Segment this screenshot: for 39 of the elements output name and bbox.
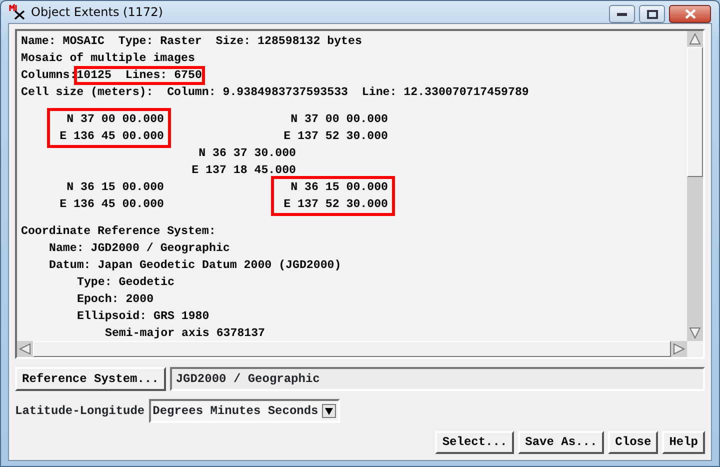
property-line: Semi-major axis 6378137 (104, 326, 266, 341)
highlighted-coordinates: N 37 00 00.000 E 136 45 00.000 (47, 108, 171, 148)
select-button[interactable]: Select... (435, 431, 514, 454)
coordinates: N 36 15 00.000 E 136 45 00.000 (58, 180, 165, 213)
property-line: Ellipsoid: GRS 1980 (76, 309, 210, 325)
maximize-icon (646, 10, 658, 18)
highlighted-text: 10125 Lines: 6750 (76, 69, 202, 82)
property-line: Datum: Japan Geodetic Datum 2000 (JGD2000) (48, 258, 342, 274)
scroll-down-arrow-icon[interactable] (687, 325, 703, 341)
scroll-right-arrow-icon[interactable] (671, 341, 687, 357)
info-line: Cell size (meters): Column: 9.9384983737593533 Line: 12.330070717459789 (21, 86, 529, 99)
property-line: Epoch: 2000 (76, 292, 155, 308)
maximize-button[interactable] (639, 5, 665, 23)
section-heading: Coordinate Reference System: (21, 224, 217, 240)
window-title: Object Extents (1172) (31, 4, 163, 21)
info-line: Name: MOSAIC Type: Raster Size: 128598132 bytes (21, 35, 362, 48)
help-button[interactable]: Help (662, 431, 705, 454)
format-dropdown[interactable]: Degrees Minutes Seconds (148, 399, 340, 423)
reference-system-button[interactable]: Reference System... (15, 367, 166, 391)
save-as-button[interactable]: Save As... (518, 431, 604, 454)
property-line: Name: JGD2000 / Geographic (48, 241, 231, 257)
minimize-icon (617, 12, 627, 16)
coordinates: N 36 37 30.000 E 137 18 45.000 (190, 146, 297, 179)
info-line: Mosaic of multiple images (21, 52, 195, 65)
close-button[interactable]: Close (608, 431, 658, 454)
coordinates: N 37 00 00.000 E 137 52 30.000 (282, 112, 389, 145)
close-icon (684, 9, 696, 19)
info-label: Columns: (21, 69, 77, 82)
reference-system-field[interactable]: JGD2000 / Geographic (170, 367, 705, 391)
app-icon (9, 4, 25, 20)
scroll-up-arrow-icon[interactable] (687, 31, 703, 47)
highlighted-coordinates: N 36 15 00.000 E 137 52 30.000 (271, 176, 395, 216)
property-line: Type: Geodetic (76, 275, 176, 291)
minimize-button[interactable] (609, 5, 635, 23)
latitude-longitude-label: Latitude-Longitude (15, 403, 145, 420)
close-window-button[interactable] (669, 5, 711, 23)
horizontal-scrollbar[interactable] (17, 341, 687, 357)
vertical-scrollbar[interactable] (687, 31, 703, 341)
scroll-left-arrow-icon[interactable] (17, 341, 33, 357)
